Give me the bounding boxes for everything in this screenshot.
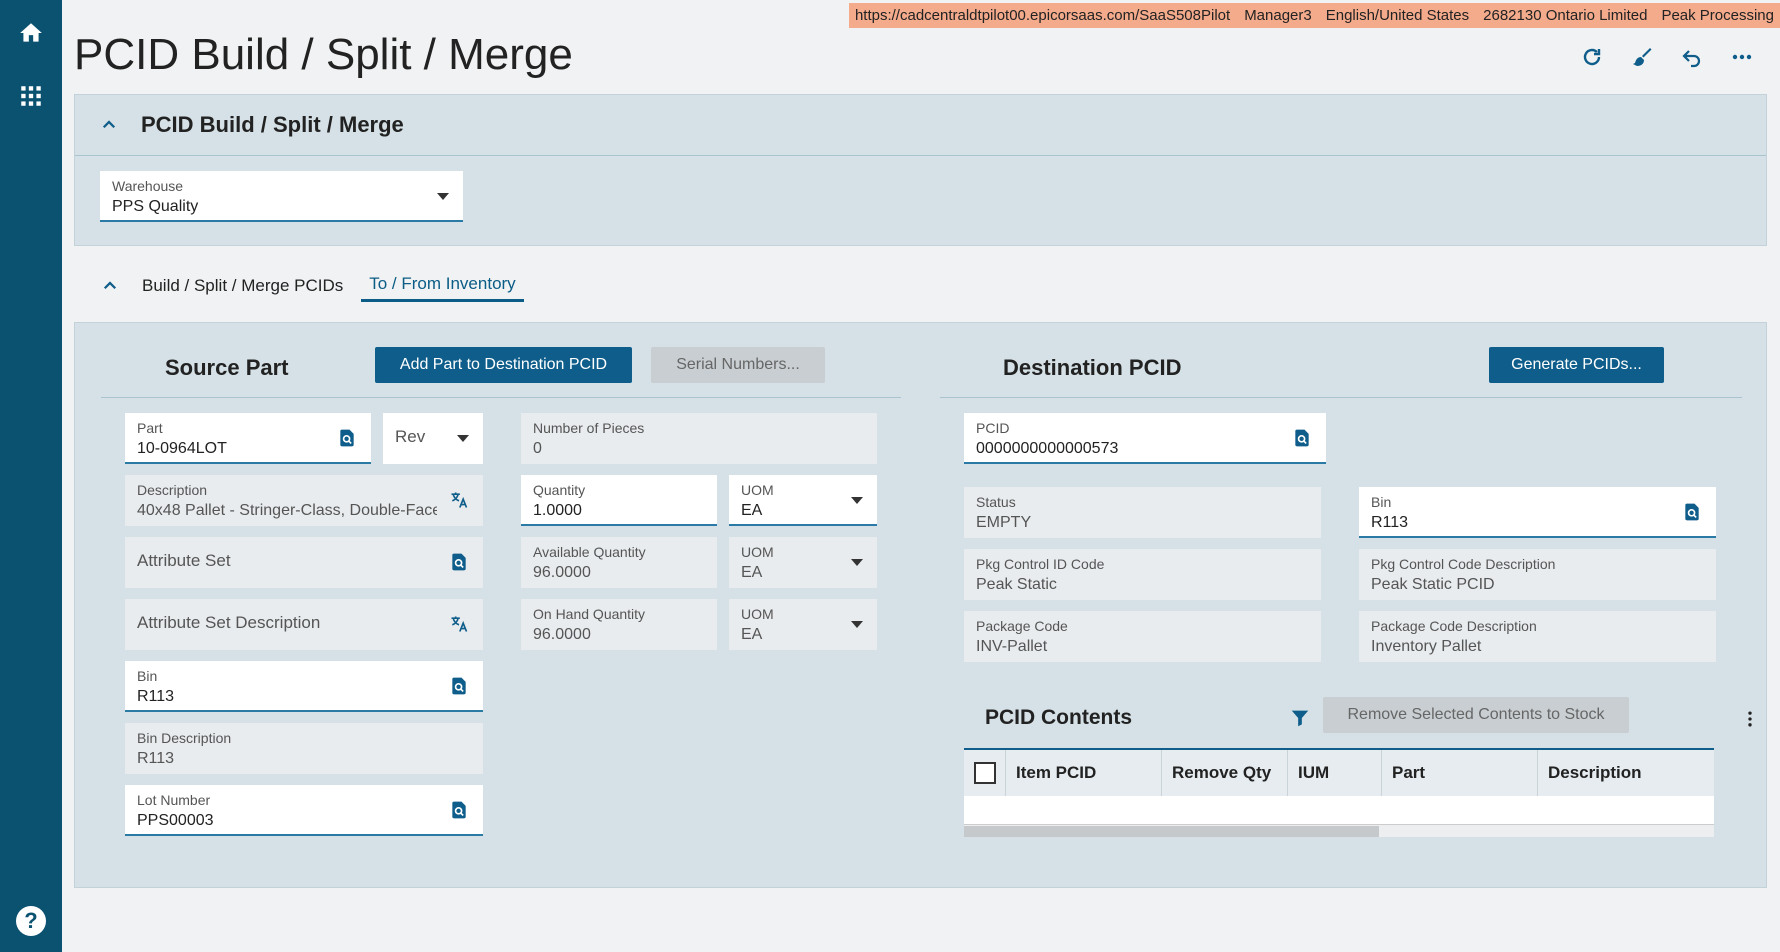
source-part-title: Source Part	[165, 355, 289, 380]
undo-icon[interactable]	[1679, 44, 1705, 70]
header-panel: PCID Build / Split / Merge Warehouse PPS…	[74, 94, 1767, 246]
scrollbar-thumb[interactable]	[964, 826, 1379, 837]
column-header-part[interactable]: Part	[1382, 750, 1538, 796]
column-header-description[interactable]: Description	[1538, 750, 1714, 796]
help-icon[interactable]: ?	[16, 906, 46, 936]
bin-field[interactable]: Bin R113	[125, 661, 483, 712]
filter-icon[interactable]	[1289, 707, 1311, 729]
more-icon[interactable]	[1729, 44, 1755, 70]
chevron-down-icon[interactable]	[437, 193, 449, 200]
serial-numbers-button[interactable]: Serial Numbers...	[651, 347, 825, 383]
available-uom-select[interactable]: UOM EA	[729, 537, 877, 588]
env-locale: English/United States	[1325, 7, 1470, 24]
add-part-to-destination-button[interactable]: Add Part to Destination PCID	[375, 347, 632, 383]
package-code-field[interactable]: Package Code INV-Pallet	[964, 611, 1321, 662]
translate-icon[interactable]	[449, 614, 469, 634]
refresh-icon[interactable]	[1579, 44, 1605, 70]
destination-bin-field[interactable]: Bin R113	[1359, 487, 1716, 538]
pkg-control-description-field[interactable]: Pkg Control Code Description Peak Static…	[1359, 549, 1716, 600]
select-all-cell	[964, 750, 1006, 796]
description-field[interactable]: Description 40x48 Pallet - Stringer-Clas…	[125, 475, 483, 526]
grid-header: Item PCID Remove Qty IUM Part Descriptio…	[964, 748, 1714, 796]
chevron-down-icon[interactable]	[851, 497, 863, 504]
generate-pcids-button[interactable]: Generate PCIDs...	[1489, 347, 1664, 383]
remove-selected-contents-button[interactable]: Remove Selected Contents to Stock	[1323, 697, 1629, 733]
quantity-field[interactable]: Quantity 1.0000	[521, 475, 717, 526]
chevron-down-icon[interactable]	[851, 559, 863, 566]
translate-icon[interactable]	[449, 490, 469, 510]
search-icon[interactable]	[1292, 428, 1312, 448]
pcid-field[interactable]: PCID 0000000000000573	[964, 413, 1326, 464]
chevron-down-icon[interactable]	[851, 621, 863, 628]
left-nav-rail: ?	[0, 0, 62, 952]
warehouse-select[interactable]: Warehouse PPS Quality	[100, 171, 463, 222]
chevron-down-icon[interactable]	[457, 435, 469, 442]
horizontal-scrollbar[interactable]	[964, 825, 1714, 837]
search-icon[interactable]	[449, 552, 469, 572]
tab-to-from-inventory[interactable]: To / From Inventory	[361, 270, 524, 302]
home-icon[interactable]	[13, 15, 49, 51]
pcid-contents-grid: Item PCID Remove Qty IUM Part Descriptio…	[964, 748, 1714, 837]
env-user: Manager3	[1244, 7, 1312, 24]
pkg-control-id-field[interactable]: Pkg Control ID Code Peak Static	[964, 549, 1321, 600]
package-code-description-field[interactable]: Package Code Description Inventory Palle…	[1359, 611, 1716, 662]
part-field[interactable]: Part 10-0964LOT	[125, 413, 371, 464]
chevron-up-icon[interactable]	[95, 111, 123, 139]
number-of-pieces-field[interactable]: Number of Pieces 0	[521, 413, 877, 464]
tab-bar: Build / Split / Merge PCIDs To / From In…	[96, 268, 524, 304]
search-icon[interactable]	[1682, 502, 1702, 522]
env-url: https://cadcentraldtpilot00.epicorsaas.c…	[854, 7, 1231, 24]
status-field[interactable]: Status EMPTY	[964, 487, 1321, 538]
pcid-contents-title: PCID Contents	[985, 706, 1132, 729]
divider	[101, 397, 901, 398]
chevron-up-icon[interactable]	[96, 272, 124, 300]
destination-pcid-title: Destination PCID	[1003, 355, 1182, 380]
lot-number-field[interactable]: Lot Number PPS00003	[125, 785, 483, 836]
tab-build-split-merge[interactable]: Build / Split / Merge PCIDs	[134, 272, 351, 300]
column-header-remove-qty[interactable]: Remove Qty	[1162, 750, 1288, 796]
attribute-set-description-field[interactable]: Attribute Set Description	[125, 599, 483, 650]
divider	[940, 397, 1742, 398]
search-icon[interactable]	[337, 428, 357, 448]
grid-body-empty	[964, 796, 1714, 825]
select-all-checkbox[interactable]	[974, 762, 996, 784]
column-header-item-pcid[interactable]: Item PCID	[1006, 750, 1162, 796]
on-hand-uom-select[interactable]: UOM EA	[729, 599, 877, 650]
search-icon[interactable]	[449, 676, 469, 696]
on-hand-quantity-field[interactable]: On Hand Quantity 96.0000	[521, 599, 717, 650]
clear-icon[interactable]	[1629, 44, 1655, 70]
search-icon[interactable]	[449, 800, 469, 820]
header-panel-bar: PCID Build / Split / Merge	[75, 95, 1766, 156]
rev-select[interactable]: Rev	[383, 413, 483, 464]
header-panel-title: PCID Build / Split / Merge	[141, 112, 404, 137]
page-title: PCID Build / Split / Merge	[74, 30, 573, 79]
column-header-ium[interactable]: IUM	[1288, 750, 1382, 796]
apps-grid-icon[interactable]	[13, 78, 49, 114]
page-toolbar	[1579, 44, 1755, 70]
bin-description-field[interactable]: Bin Description R113	[125, 723, 483, 774]
available-quantity-field[interactable]: Available Quantity 96.0000	[521, 537, 717, 588]
env-site: Peak Processing	[1661, 7, 1774, 24]
attribute-set-field[interactable]: Attribute Set	[125, 537, 483, 588]
quantity-uom-select[interactable]: UOM EA	[729, 475, 877, 526]
env-company: 2682130 Ontario Limited	[1483, 7, 1648, 24]
environment-bar: https://cadcentraldtpilot00.epicorsaas.c…	[848, 3, 1780, 28]
kebab-menu-icon[interactable]	[1740, 709, 1760, 729]
